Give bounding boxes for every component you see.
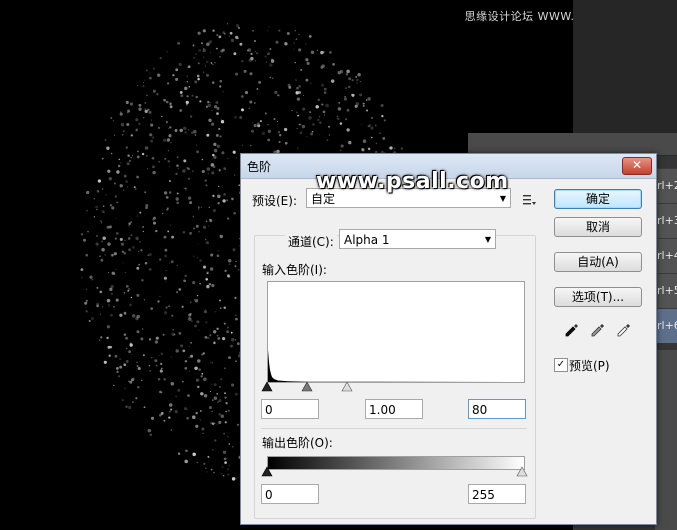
input-gamma-slider — [301, 381, 313, 392]
input-gamma-field[interactable]: 1.00 — [365, 399, 423, 419]
histogram — [267, 281, 525, 383]
channel-label: 通道(C): — [285, 233, 337, 250]
preset-label: 预设(E): — [252, 194, 297, 208]
output-sliders[interactable] — [261, 466, 529, 478]
channel-select[interactable]: Alpha 1 ▼ — [339, 229, 496, 249]
input-white-slider — [341, 381, 353, 392]
panel-side-strip — [655, 350, 677, 530]
watermark-banner: www.psall.com — [316, 169, 509, 194]
input-levels-label: 输入色阶(I): — [262, 263, 327, 277]
input-sliders[interactable] — [261, 380, 529, 394]
levels-dialog: 色阶 ✕ 预设(E): 自定 ▼ 通道(C): Alpha 1 ▼ 输入色阶(I):… — [240, 153, 657, 525]
output-white-field[interactable]: 255 — [468, 484, 526, 504]
layer-row[interactable]: rl+3 — [655, 203, 677, 238]
output-black-slider — [261, 466, 273, 477]
output-black-field[interactable]: 0 — [261, 484, 319, 504]
output-levels-label: 输出色阶(O): — [262, 436, 333, 450]
input-black-slider — [261, 381, 273, 392]
options-button[interactable]: 选项(T)... — [554, 287, 642, 307]
ok-button[interactable]: 确定 — [554, 189, 642, 209]
input-white-field[interactable]: 80 — [468, 399, 526, 419]
divider — [261, 428, 527, 429]
input-black-field[interactable]: 0 — [261, 399, 319, 419]
white-eyedropper-icon[interactable] — [617, 321, 633, 339]
cancel-button[interactable]: 取消 — [554, 217, 642, 237]
close-button[interactable]: ✕ — [622, 157, 652, 175]
preset-options-icon[interactable] — [522, 193, 536, 207]
layer-row-selected[interactable]: rl+6 — [655, 308, 677, 343]
gray-eyedropper-icon[interactable] — [591, 321, 607, 339]
black-eyedropper-icon[interactable] — [565, 321, 581, 339]
auto-button[interactable]: 自动(A) — [554, 252, 642, 272]
layer-row[interactable]: rl+2 — [655, 168, 677, 203]
layer-row[interactable]: rl+5 — [655, 273, 677, 308]
dialog-title: 色阶 — [247, 160, 272, 174]
preview-checkbox[interactable]: ✓ — [554, 358, 568, 372]
chevron-down-icon: ▼ — [484, 235, 491, 244]
preview-label: 预览(P) — [569, 359, 610, 373]
output-white-slider — [516, 466, 528, 477]
layer-row[interactable]: rl+4 — [655, 238, 677, 273]
